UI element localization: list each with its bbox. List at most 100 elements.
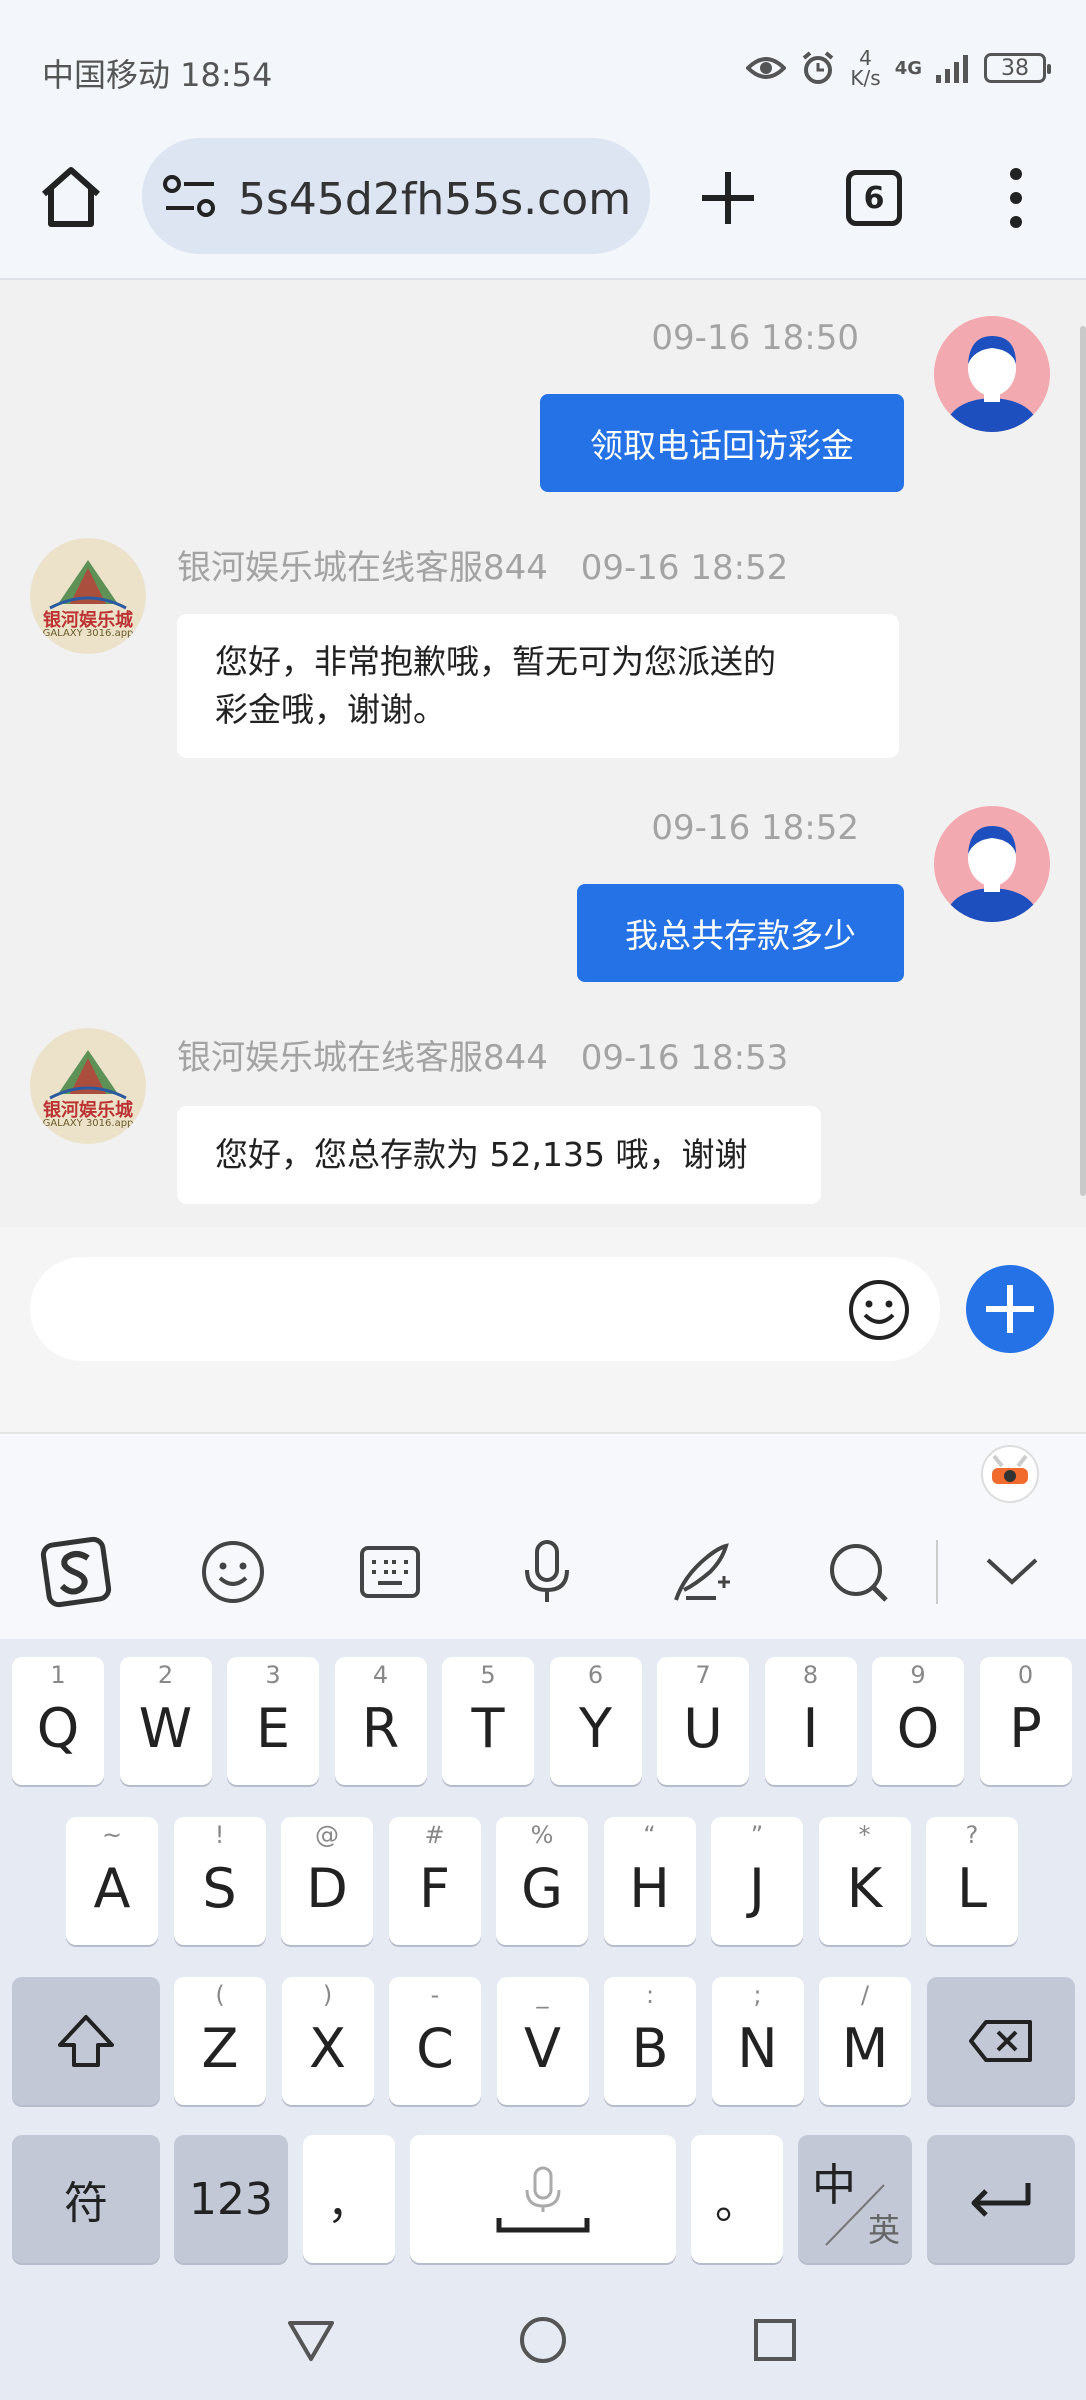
key-x[interactable]: ) X bbox=[281, 1977, 374, 2105]
enter-key[interactable] bbox=[927, 2135, 1075, 2263]
backspace-key[interactable] bbox=[927, 1977, 1075, 2105]
key-b[interactable]: :B bbox=[604, 1977, 696, 2105]
message-time: 09-16 18:52 bbox=[651, 808, 859, 848]
key-c[interactable]: -C bbox=[389, 1977, 481, 2105]
key-hint: ( bbox=[215, 1981, 225, 2009]
key-label: T bbox=[471, 1696, 505, 1760]
site-settings-icon[interactable] bbox=[162, 170, 218, 222]
numbers-key-label: 123 bbox=[189, 2173, 273, 2225]
keyboard-layout-icon[interactable] bbox=[354, 1536, 426, 1608]
key-label: X bbox=[309, 2016, 346, 2080]
key-r[interactable]: 4R bbox=[334, 1657, 427, 1785]
attach-plus-button[interactable] bbox=[966, 1265, 1054, 1353]
net-speed-value: 4 bbox=[859, 46, 872, 70]
key-g[interactable]: % G bbox=[496, 1817, 588, 1945]
space-key[interactable] bbox=[410, 2135, 676, 2263]
message-composer bbox=[0, 1227, 1086, 1434]
battery-icon: 38 bbox=[984, 53, 1051, 83]
keyboard-toolbar bbox=[0, 1434, 1086, 1639]
key-hint: ! bbox=[214, 1821, 225, 1849]
key-hint: 3 bbox=[265, 1661, 281, 1689]
key-e[interactable]: 3E bbox=[227, 1657, 319, 1785]
new-tab-button[interactable] bbox=[698, 168, 758, 228]
search-icon[interactable] bbox=[822, 1536, 894, 1608]
key-q[interactable]: 1Q bbox=[12, 1657, 104, 1785]
handwriting-icon[interactable] bbox=[666, 1536, 738, 1608]
agent-logo-sub: GALAXY 3016.app bbox=[42, 628, 134, 639]
key-l[interactable]: ? L bbox=[926, 1817, 1018, 1945]
comma-key[interactable]: ， bbox=[303, 2135, 395, 2263]
language-switch-key[interactable]: 中 英 bbox=[798, 2135, 912, 2263]
key-hint: 8 bbox=[802, 1661, 819, 1689]
key-j[interactable]: ” J bbox=[711, 1817, 803, 1945]
agent-avatar: 银河娱乐城 GALAXY 3016.app bbox=[30, 538, 146, 654]
outgoing-message[interactable]: 我总共存款多少 bbox=[577, 884, 904, 982]
key-u[interactable]: 7U bbox=[657, 1657, 749, 1785]
signal-icon bbox=[936, 55, 968, 83]
key-hint: : bbox=[645, 1981, 655, 2009]
chevron-down-icon[interactable] bbox=[976, 1536, 1048, 1608]
key-m[interactable]: / M bbox=[819, 1977, 911, 2105]
key-f[interactable]: # F bbox=[388, 1817, 481, 1945]
key-t[interactable]: 5T bbox=[442, 1657, 534, 1785]
message-input[interactable] bbox=[30, 1257, 940, 1361]
system-nav-bar bbox=[0, 2277, 1086, 2400]
shift-key[interactable] bbox=[12, 1977, 160, 2105]
comma-key-label: ， bbox=[327, 2178, 371, 2229]
battery-level: 38 bbox=[1001, 55, 1029, 81]
key-w[interactable]: 2W bbox=[119, 1657, 212, 1785]
chat-scrollbar[interactable] bbox=[1080, 326, 1086, 1196]
home-circle-icon[interactable] bbox=[518, 2315, 568, 2365]
message-sender-line: 银河娱乐城在线客服844 09-16 18:52 bbox=[177, 540, 788, 589]
tab-switcher-button[interactable]: 6 bbox=[846, 170, 902, 226]
key-label: M bbox=[841, 2016, 889, 2080]
microphone-icon[interactable] bbox=[511, 1536, 583, 1608]
back-triangle-icon[interactable] bbox=[286, 2317, 336, 2363]
net-speed: 4 K/s bbox=[850, 48, 880, 88]
key-label: P bbox=[1009, 1696, 1042, 1760]
key-hint: 2 bbox=[157, 1661, 174, 1689]
key-p[interactable]: 0P bbox=[979, 1657, 1072, 1785]
outgoing-message[interactable]: 领取电话回访彩金 bbox=[540, 394, 904, 492]
agent-logo-sub: GALAXY 3016.app bbox=[42, 1118, 134, 1129]
key-s[interactable]: ! S bbox=[173, 1817, 266, 1945]
key-hint: * bbox=[858, 1821, 871, 1849]
recents-square-icon[interactable] bbox=[752, 2317, 798, 2363]
message-time: 09-16 18:50 bbox=[651, 318, 859, 358]
chat-messages[interactable]: 09-16 18:50 领取电话回访彩金 银河娱乐城 GALAXY 3016.a… bbox=[0, 282, 1086, 1227]
home-button[interactable] bbox=[38, 164, 104, 230]
emoji-icon[interactable] bbox=[848, 1279, 910, 1341]
key-hint: “ bbox=[643, 1821, 656, 1849]
key-label: W bbox=[138, 1696, 193, 1760]
key-n[interactable]: ; N bbox=[711, 1977, 804, 2105]
emoji-keyboard-icon[interactable] bbox=[197, 1536, 269, 1608]
key-k[interactable]: * K bbox=[818, 1817, 911, 1945]
key-z[interactable]: (Z bbox=[174, 1977, 266, 2105]
address-bar[interactable]: 5s45d2fh55s.com bbox=[142, 138, 650, 254]
incoming-message[interactable]: 您好，您总存款为 52,135 哦，谢谢 bbox=[177, 1106, 821, 1204]
key-o[interactable]: 9O bbox=[872, 1657, 964, 1785]
mascot-icon[interactable] bbox=[980, 1444, 1040, 1504]
key-v[interactable]: _ V bbox=[496, 1977, 589, 2105]
incoming-message[interactable]: 您好，非常抱歉哦，暂无可为您派送的 彩金哦，谢谢。 bbox=[177, 614, 899, 758]
key-h[interactable]: “H bbox=[603, 1817, 696, 1945]
key-hint: 6 bbox=[587, 1661, 604, 1689]
sogou-logo-icon[interactable] bbox=[40, 1536, 112, 1608]
key-label: Q bbox=[36, 1696, 80, 1760]
message-sender-line: 银河娱乐城在线客服844 09-16 18:53 bbox=[177, 1030, 788, 1079]
more-menu-icon[interactable] bbox=[996, 166, 1036, 230]
url-text: 5s45d2fh55s.com bbox=[238, 174, 628, 225]
key-i[interactable]: 8I bbox=[764, 1657, 857, 1785]
message-time: 09-16 18:52 bbox=[580, 548, 789, 588]
key-label: R bbox=[361, 1696, 400, 1760]
key-y[interactable]: 6Y bbox=[549, 1657, 642, 1785]
symbols-key[interactable]: 符 bbox=[12, 2135, 160, 2263]
agent-avatar: 银河娱乐城 GALAXY 3016.app bbox=[30, 1028, 146, 1144]
period-key[interactable]: 。 bbox=[691, 2135, 783, 2263]
key-hint: ? bbox=[965, 1821, 979, 1849]
key-hint: % bbox=[530, 1821, 554, 1849]
key-d[interactable]: @ D bbox=[281, 1817, 373, 1945]
key-hint: ; bbox=[753, 1981, 762, 2009]
numbers-key[interactable]: 123 bbox=[174, 2135, 288, 2263]
key-a[interactable]: ~ A bbox=[66, 1817, 158, 1945]
